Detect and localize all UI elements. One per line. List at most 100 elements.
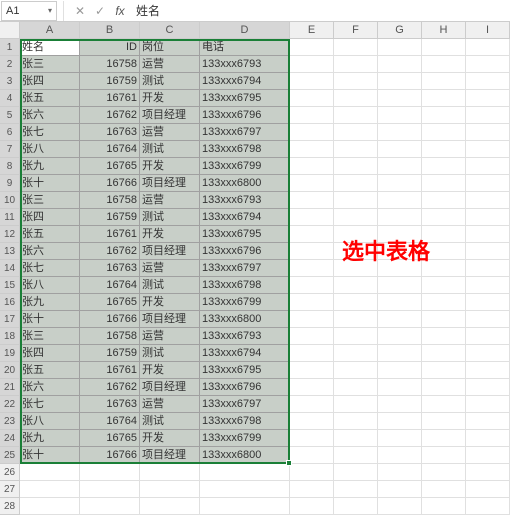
cell[interactable] (290, 396, 334, 413)
cell[interactable] (378, 328, 422, 345)
cell[interactable] (80, 498, 140, 515)
cell[interactable] (466, 39, 510, 56)
cell[interactable] (422, 90, 466, 107)
cell[interactable] (378, 175, 422, 192)
cell[interactable] (466, 107, 510, 124)
cell[interactable] (378, 362, 422, 379)
cell[interactable] (422, 56, 466, 73)
cell[interactable]: 开发 (140, 430, 200, 447)
row-header[interactable]: 11 (0, 209, 20, 226)
cell[interactable] (200, 481, 290, 498)
cell[interactable] (334, 73, 378, 90)
cell[interactable] (200, 464, 290, 481)
cell[interactable]: 16766 (80, 175, 140, 192)
cell[interactable]: 133xxx6793 (200, 192, 290, 209)
cell[interactable]: 16761 (80, 90, 140, 107)
cancel-icon[interactable]: ✕ (70, 1, 90, 21)
cell[interactable]: 133xxx6797 (200, 260, 290, 277)
cell[interactable] (290, 498, 334, 515)
cell[interactable] (378, 73, 422, 90)
cell[interactable]: 测试 (140, 209, 200, 226)
cell[interactable] (200, 498, 290, 515)
cell[interactable]: 开发 (140, 294, 200, 311)
row-header[interactable]: 7 (0, 141, 20, 158)
cell[interactable] (378, 124, 422, 141)
cell[interactable] (422, 158, 466, 175)
cell[interactable] (466, 447, 510, 464)
col-header-C[interactable]: C (140, 22, 200, 39)
cell[interactable] (290, 345, 334, 362)
cell[interactable]: 16762 (80, 379, 140, 396)
cell[interactable]: 133xxx6798 (200, 413, 290, 430)
cell[interactable] (422, 73, 466, 90)
cell[interactable] (334, 413, 378, 430)
row-header[interactable]: 4 (0, 90, 20, 107)
cell[interactable]: 张十 (20, 175, 80, 192)
cell[interactable] (334, 396, 378, 413)
cell[interactable] (466, 158, 510, 175)
cell[interactable] (334, 56, 378, 73)
col-header-H[interactable]: H (422, 22, 466, 39)
cell[interactable] (290, 430, 334, 447)
cell[interactable] (466, 328, 510, 345)
cell[interactable]: 张四 (20, 209, 80, 226)
row-header[interactable]: 14 (0, 260, 20, 277)
cell[interactable] (140, 464, 200, 481)
cell[interactable] (334, 430, 378, 447)
cell[interactable] (466, 73, 510, 90)
row-header[interactable]: 25 (0, 447, 20, 464)
cell[interactable] (422, 294, 466, 311)
cell[interactable]: 运营 (140, 124, 200, 141)
cell[interactable] (334, 107, 378, 124)
cell[interactable]: 张五 (20, 362, 80, 379)
cell[interactable]: 133xxx6799 (200, 430, 290, 447)
cell[interactable] (466, 192, 510, 209)
cell[interactable] (466, 362, 510, 379)
cell[interactable] (378, 379, 422, 396)
cell[interactable]: 张五 (20, 226, 80, 243)
cell[interactable] (334, 498, 378, 515)
col-header-F[interactable]: F (334, 22, 378, 39)
cell[interactable]: 张五 (20, 90, 80, 107)
cell[interactable] (290, 141, 334, 158)
cell[interactable] (290, 192, 334, 209)
cell[interactable]: 16762 (80, 243, 140, 260)
cell[interactable]: 16758 (80, 328, 140, 345)
cell[interactable]: 16765 (80, 294, 140, 311)
cell[interactable]: 张四 (20, 345, 80, 362)
cell[interactable]: 张六 (20, 243, 80, 260)
cell[interactable]: 16761 (80, 362, 140, 379)
chevron-down-icon[interactable]: ▾ (48, 6, 52, 15)
cell[interactable]: 张四 (20, 73, 80, 90)
cell[interactable] (378, 396, 422, 413)
row-header[interactable]: 12 (0, 226, 20, 243)
cell[interactable]: 16764 (80, 413, 140, 430)
cell[interactable] (290, 124, 334, 141)
col-header-A[interactable]: A (20, 22, 80, 39)
row-header[interactable]: 18 (0, 328, 20, 345)
row-header[interactable]: 1 (0, 39, 20, 56)
row-header[interactable]: 9 (0, 175, 20, 192)
cell[interactable]: 16761 (80, 226, 140, 243)
row-header[interactable]: 8 (0, 158, 20, 175)
cell[interactable]: 16765 (80, 158, 140, 175)
cell[interactable]: 133xxx6796 (200, 379, 290, 396)
row-header[interactable]: 10 (0, 192, 20, 209)
cell[interactable] (334, 447, 378, 464)
cell[interactable] (290, 362, 334, 379)
cell[interactable] (422, 328, 466, 345)
cell[interactable]: 16759 (80, 209, 140, 226)
cell[interactable] (466, 481, 510, 498)
cell[interactable] (422, 413, 466, 430)
cell[interactable] (290, 328, 334, 345)
cell[interactable]: 运营 (140, 56, 200, 73)
cell[interactable]: 133xxx6793 (200, 328, 290, 345)
cell[interactable]: ID (80, 39, 140, 56)
cell[interactable]: 运营 (140, 192, 200, 209)
cell[interactable]: 张九 (20, 294, 80, 311)
cell[interactable]: 133xxx6798 (200, 277, 290, 294)
cell[interactable] (466, 294, 510, 311)
cell[interactable] (334, 379, 378, 396)
cell[interactable]: 16764 (80, 277, 140, 294)
cell[interactable] (290, 447, 334, 464)
